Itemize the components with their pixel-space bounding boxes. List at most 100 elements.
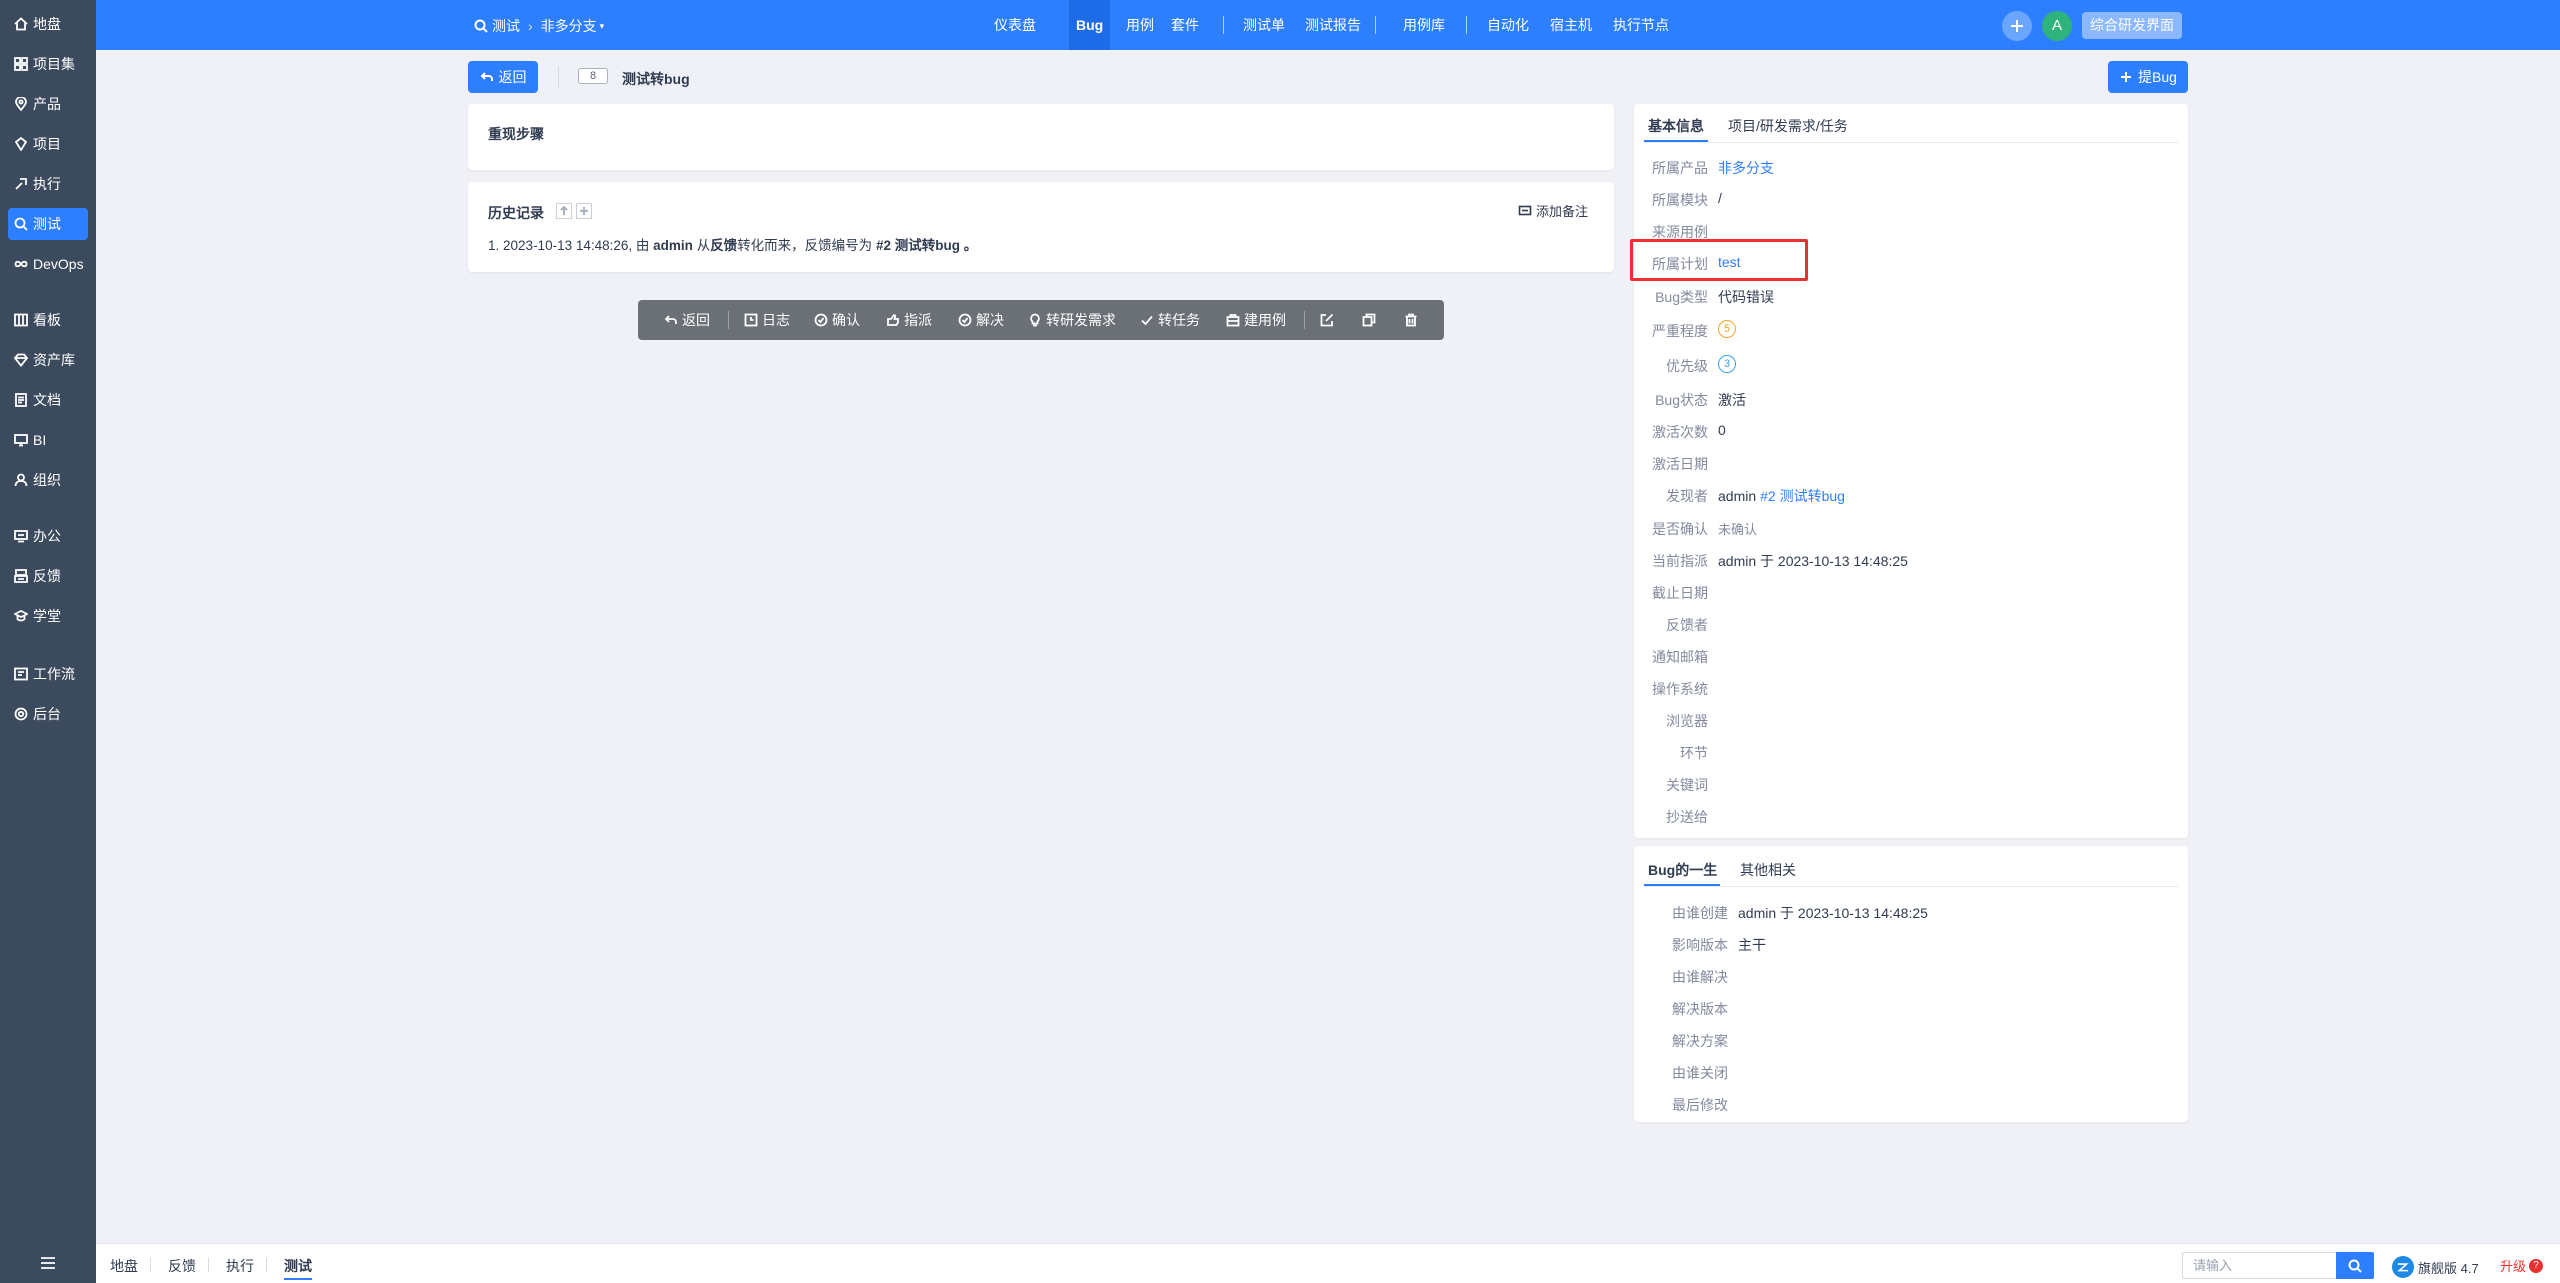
tab-project-story-task[interactable]: 项目/研发需求/任务 [1728,116,1848,136]
sidebar-item-feedback[interactable]: 反馈 [8,560,88,592]
info-label: 抄送给 [1666,809,1708,825]
nav-dashboard[interactable]: 仪表盘 [987,0,1043,50]
run-icon [14,177,28,191]
action-create-case-button[interactable]: 建用例 [1226,300,1286,340]
sidebar-item-org[interactable]: 组织 [8,464,88,496]
chevron-right-icon: › [528,18,533,34]
steps-panel: 重现步骤 [468,104,1614,170]
global-search-input[interactable] [2182,1252,2336,1279]
bottom-tab-execution[interactable]: 执行 [226,1256,254,1276]
bottom-tab-my[interactable]: 地盘 [110,1256,138,1276]
bottom-divider [150,1258,151,1272]
avatar[interactable]: A [2042,11,2072,41]
menu-toggle-icon[interactable] [34,1252,62,1274]
action-to-task-button[interactable]: 转任务 [1140,300,1200,340]
upgrade-link[interactable]: 升级 ? [2500,1256,2544,1275]
bug-life-panel: Bug的一生 其他相关 由谁创建 admin 于 2023-10-13 14:48… [1634,846,2188,1122]
info-value: 主干 [1738,937,1766,953]
nav-caselib[interactable]: 用例库 [1396,0,1452,50]
sidebar-item-label: 资产库 [33,352,75,368]
nav-bug[interactable]: Bug [1069,0,1111,50]
info-label: 截止日期 [1652,585,1708,601]
history-entry-source: 反馈 [710,238,738,253]
sidebar-item-admin[interactable]: 后台 [8,698,88,730]
action-delete-button[interactable] [1404,300,1418,340]
info-value: 激活 [1718,392,1746,408]
create-button[interactable] [2002,11,2032,41]
breadcrumb-module[interactable]: 测试 [492,16,520,36]
history-entry-index: 1. [488,238,500,253]
action-confirm-button[interactable]: 确认 [814,300,860,340]
sidebar-item-bi[interactable]: BI [8,424,88,456]
back-button-label: 返回 [498,69,527,85]
monitor-icon [14,433,28,447]
bottom-tab-test[interactable]: 测试 [284,1256,312,1276]
info-value-link[interactable]: 非多分支 [1718,158,1774,178]
info-value: admin 于 2023-10-13 14:48:25 [1718,553,1908,569]
version-info: 旗舰版 4.7 [2392,1256,2479,1278]
feedback-link[interactable]: #2 测试转bug [1760,488,1845,504]
action-to-story-button[interactable]: 转研发需求 [1028,300,1116,340]
action-edit-button[interactable] [1320,300,1334,340]
search-icon [14,217,28,231]
back-button[interactable]: 返回 [468,61,538,93]
bug-id-badge: 8 [578,68,608,84]
submit-bug-button[interactable]: 提Bug [2108,61,2188,93]
sidebar-item-school[interactable]: 学堂 [8,600,88,632]
history-entry: 1. 2023-10-13 14:48:26, 由 admin 从反馈转化而来，… [488,234,977,254]
sidebar-item-test[interactable]: 测试 [8,208,88,240]
sidebar-item-doc[interactable]: 文档 [8,384,88,416]
sidebar-item-project[interactable]: 项目 [8,128,88,160]
nav-host[interactable]: 宿主机 [1543,0,1599,50]
tab-basic-info[interactable]: 基本信息 [1648,116,1704,136]
workspace-switch-button[interactable]: 综合研发界面 [2082,12,2182,39]
bottom-tab-feedback[interactable]: 反馈 [168,1256,196,1276]
nav-testtask[interactable]: 测试单 [1236,0,1292,50]
action-label: 指派 [904,312,932,328]
info-label: 浏览器 [1666,713,1708,729]
history-entry-ref[interactable]: #2 测试转bug [876,238,960,253]
school-icon [14,609,28,623]
basic-info-panel: 基本信息 项目/研发需求/任务 所属产品 非多分支 所属模块 / 来源用例 所属计划 tes… [1630,104,2188,838]
sidebar-item-label: 测试 [33,216,61,232]
sidebar-item-label: 执行 [33,176,61,192]
action-assign-button[interactable]: 指派 [886,300,932,340]
action-resolve-button[interactable]: 解决 [958,300,1004,340]
sidebar-item-execution[interactable]: 执行 [8,168,88,200]
feedback-icon [14,569,28,583]
upgrade-label: 升级 [2500,1259,2527,1274]
tab-bug-life[interactable]: Bug的一生 [1648,860,1717,880]
sidebar-item-program[interactable]: 项目集 [8,48,88,80]
sidebar-item-product[interactable]: 产品 [8,88,88,120]
action-label: 返回 [682,312,710,328]
sidebar-item-devops[interactable]: DevOps [8,248,88,280]
nav-case[interactable]: 用例 [1119,0,1161,50]
sidebar-item-label: 项目 [33,136,61,152]
action-copy-button[interactable] [1362,300,1376,340]
tab-divider [1644,142,2178,143]
nav-automation[interactable]: 自动化 [1480,0,1536,50]
sort-up-icon[interactable] [556,203,572,219]
bottom-tab-indicator [284,1278,312,1280]
priority-icon: 3 [1718,355,1736,373]
nav-exec-node[interactable]: 执行节点 [1606,0,1676,50]
expand-plus-icon[interactable] [576,203,592,219]
tab-other-related[interactable]: 其他相关 [1740,860,1796,880]
add-remark-button[interactable]: 添加备注 [1518,201,1588,220]
history-entry-text: 从 [696,238,711,253]
sidebar-item-assetlib[interactable]: 资产库 [8,344,88,376]
nav-testreport[interactable]: 测试报告 [1298,0,1368,50]
breadcrumb: 测试 › 非多分支 ▾ [474,16,604,36]
breadcrumb-product-switcher[interactable]: 非多分支 [541,16,597,36]
nav-suite[interactable]: 套件 [1164,0,1206,50]
sidebar-item-kanban[interactable]: 看板 [8,304,88,336]
action-label: 解决 [976,312,1004,328]
home-icon [14,17,28,31]
action-back-button[interactable]: 返回 [664,300,710,340]
sidebar-item-workflow[interactable]: 工作流 [8,658,88,690]
highlight-box [1630,239,1808,281]
sidebar-item-office[interactable]: 办公 [8,520,88,552]
search-button[interactable] [2336,1252,2374,1279]
sidebar-item-my[interactable]: 地盘 [8,8,88,40]
action-log-button[interactable]: 日志 [744,300,790,340]
